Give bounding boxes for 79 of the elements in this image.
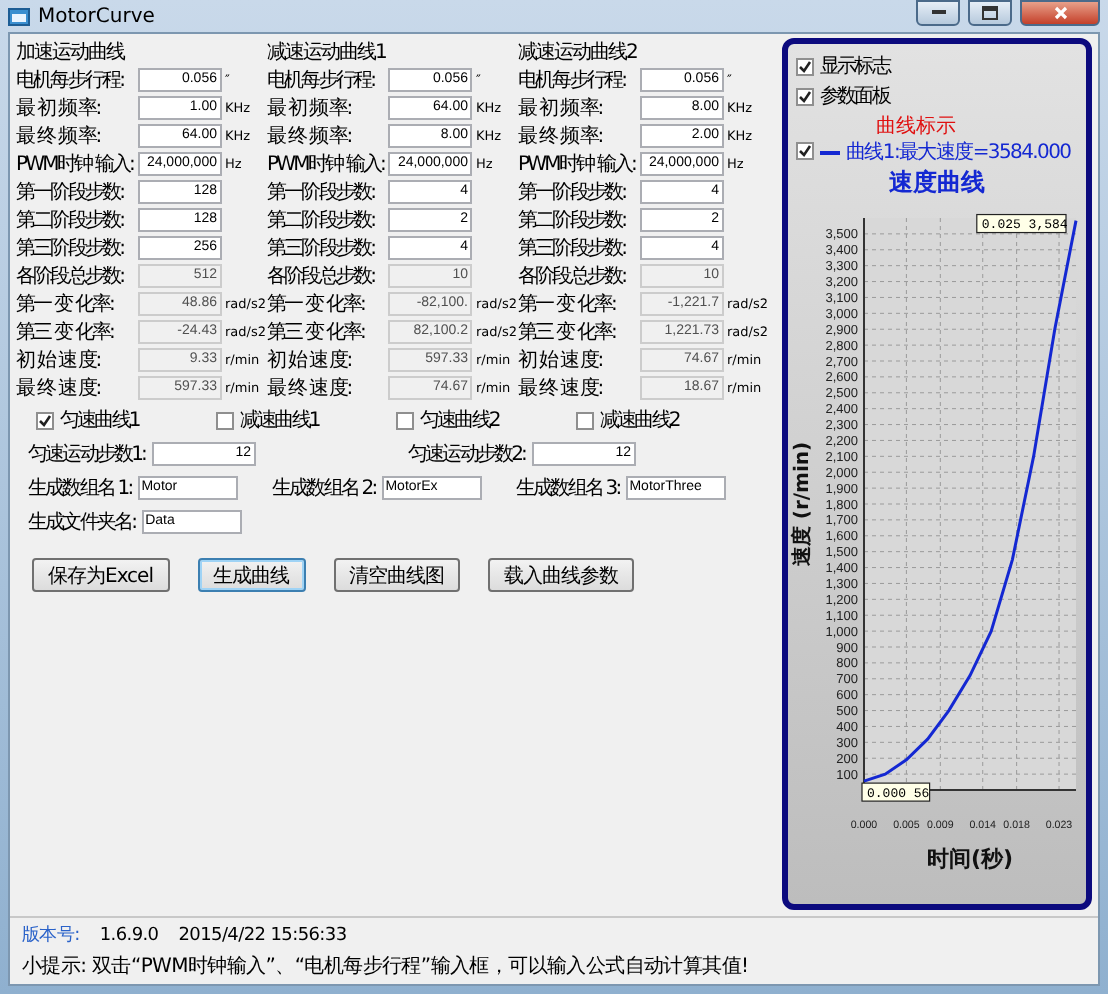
field-label: 第三阶段步数: [518, 235, 628, 261]
minimize-icon [931, 10, 945, 16]
group-title: 加速运动曲线 [16, 39, 127, 65]
field-label: PWM时钟 输入: [518, 151, 635, 177]
minimize-button[interactable] [916, 0, 960, 26]
close-button[interactable] [1020, 0, 1100, 26]
field-label: PWM时钟 输入: [16, 151, 133, 177]
field-label: 最 初 频 率: [16, 95, 102, 121]
field-label: 各阶段总步数: [518, 263, 628, 289]
field-label: 生成文件夹名: [28, 509, 136, 536]
axis-title: 时间(秒) [925, 846, 1013, 872]
field-label: 最 初 频 率: [267, 95, 353, 121]
checkbox[interactable] [396, 411, 414, 429]
field-label: 最 终 速 度: [518, 375, 604, 401]
legend-title: 曲线标示 [874, 113, 958, 140]
checkbox-label: 匀速曲线1 [60, 407, 139, 434]
checkbox[interactable] [216, 411, 234, 429]
field-label: 第一阶段步数: [267, 179, 377, 205]
checkbox[interactable] [796, 57, 814, 75]
version-label: 版本号: [22, 923, 80, 948]
field-label: 第一阶段步数: [518, 179, 628, 205]
checkbox[interactable] [36, 411, 54, 429]
field-label: 最 终 频 率: [16, 123, 102, 149]
group-title: 减速运动曲线2 [518, 39, 639, 65]
field-label: 第一 变 化率: [16, 291, 116, 317]
field-label: 初 始 速 度: [518, 347, 604, 373]
checkbox-label: 显示标志 [820, 53, 889, 80]
checkbox-label: 参数面板 [820, 83, 889, 110]
field-label: 匀速运动步数1: [28, 441, 146, 468]
field-label: 生成数组名 3: [516, 475, 620, 502]
field-label: 电机每步行程: [518, 67, 628, 93]
field-label: 最 终 频 率: [267, 123, 353, 149]
maximize-icon [982, 6, 998, 20]
field-label: 第三 变 化率: [16, 319, 116, 345]
field-label: 各阶段总步数: [267, 263, 377, 289]
field-label: 第一 变 化率: [267, 291, 367, 317]
field-label: 各阶段总步数: [16, 263, 126, 289]
field-label: 第二阶段步数: [518, 207, 628, 233]
checkbox[interactable] [796, 142, 814, 160]
field-label: 第三阶段步数: [267, 235, 377, 261]
window-title: MotorCurve [38, 5, 157, 27]
chart-title: 速度曲线 [889, 166, 985, 200]
field-label: 第二阶段步数: [267, 207, 377, 233]
field-label: 最 终 频 率: [518, 123, 604, 149]
axis-title: 速度 (r/min) [791, 441, 813, 567]
field-label: 生成数组名 1: [28, 475, 132, 502]
checkbox-label: 减速曲线2 [600, 407, 679, 434]
version-number: 1.6.9.0 [99, 925, 159, 945]
field-label: 第三 变 化率: [518, 319, 618, 345]
field-label: 最 终 速 度: [267, 375, 353, 401]
field-label: 最 终 速 度: [16, 375, 102, 401]
action-button[interactable]: 清空曲线图 [333, 558, 460, 592]
field-label: 电机每步行程: [16, 67, 126, 93]
checkbox[interactable] [796, 87, 814, 105]
field-label: 第一 变 化率: [518, 291, 618, 317]
field-label: 电机每步行程: [267, 67, 377, 93]
maximize-button[interactable] [968, 0, 1012, 26]
field-label: 初 始 速 度: [16, 347, 102, 373]
close-icon [1053, 6, 1067, 20]
field-label: 第二阶段步数: [16, 207, 126, 233]
field-label: 第一阶段步数: [16, 179, 126, 205]
datetime: 2015/4/22 15:56:33 [178, 925, 347, 945]
checkbox-label: 减速曲线1 [240, 407, 319, 434]
checkbox-label: 匀速曲线2 [420, 407, 499, 434]
field-label: PWM时钟 输入: [267, 151, 384, 177]
field-label: 初 始 速 度: [267, 347, 353, 373]
field-label: 最 初 频 率: [518, 95, 604, 121]
group-title: 减速运动曲线1 [267, 39, 388, 65]
checkbox[interactable] [576, 411, 594, 429]
field-label: 第三 变 化率: [267, 319, 367, 345]
field-label: 匀速运动步数2: [408, 441, 526, 468]
field-label: 生成数组名 2: [272, 475, 376, 502]
field-label: 第三阶段步数: [16, 235, 126, 261]
action-button[interactable]: 生成曲线 [197, 558, 305, 592]
legend-label: 曲线1:最大速度=3584.000 [846, 142, 1071, 164]
action-button[interactable]: 载入曲线参数 [488, 558, 634, 592]
app-icon [8, 5, 30, 27]
action-button[interactable]: 保存为Excel [32, 558, 169, 592]
hint-text: 小提示: 双击“PWM时钟输入”、“电机每步行程”输入框，可以输入公式自动计算其值! [22, 953, 749, 980]
